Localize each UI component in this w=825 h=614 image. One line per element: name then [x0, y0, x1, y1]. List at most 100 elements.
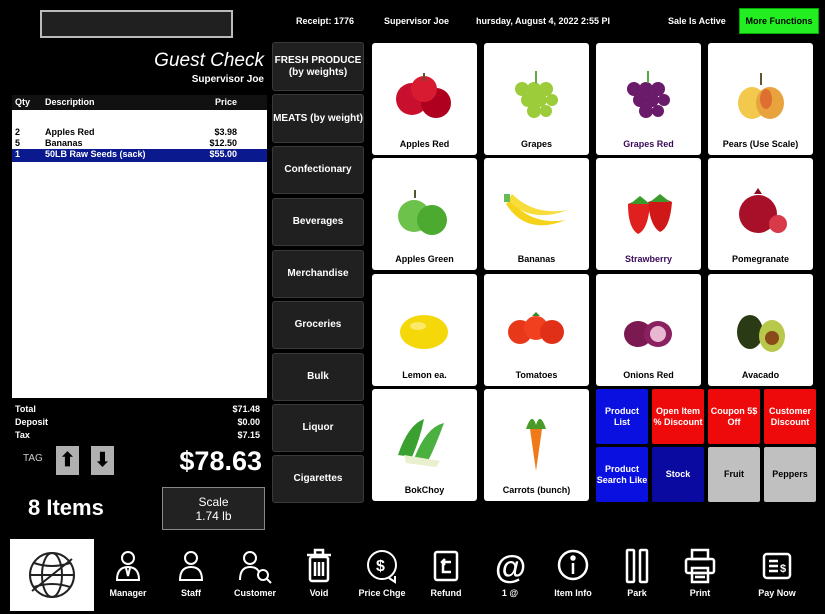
price-change-icon: $ — [367, 550, 397, 584]
line-qty: 2 — [15, 127, 21, 137]
product-bananas[interactable]: Bananas — [484, 158, 589, 270]
category-groceries[interactable]: Groceries — [272, 301, 364, 349]
globe-logo[interactable] — [10, 539, 94, 611]
strawberry-icon — [628, 194, 672, 234]
park-button[interactable]: Park — [607, 548, 667, 612]
refund-button[interactable]: Refund — [416, 548, 476, 612]
product-apples-green[interactable]: Apples Green — [372, 158, 477, 270]
avocado-icon — [737, 315, 785, 352]
fruit-button[interactable]: Fruit — [708, 447, 760, 502]
more-functions-button[interactable]: More Functions — [739, 8, 819, 34]
category-bulk[interactable]: Bulk — [272, 353, 364, 401]
receipt-line[interactable]: 5 Bananas $12.50 — [12, 138, 267, 149]
printer-icon — [684, 548, 716, 584]
receipt-list[interactable]: 2 Apples Red $3.98 5 Bananas $12.50 1 50… — [12, 110, 267, 398]
category-confectionary[interactable]: Confectionary — [272, 146, 364, 194]
line-price: $3.98 — [214, 127, 237, 137]
staff-icon — [178, 551, 204, 581]
receipt-line[interactable]: 2 Apples Red $3.98 — [12, 127, 267, 138]
arrow-up-icon: ⬆ — [59, 450, 76, 471]
product-list-button[interactable]: Product List — [596, 389, 648, 444]
current-user: Supervisor Joe — [384, 16, 450, 26]
product-pears[interactable]: Pears (Use Scale) — [708, 43, 813, 155]
cash-register-icon: $ — [762, 552, 792, 580]
tag-label: TAG — [23, 453, 43, 464]
pause-icon — [625, 548, 649, 584]
customer-discount-button[interactable]: Customer Discount — [764, 389, 816, 444]
scale-value: 1.74 lb — [195, 509, 232, 523]
total-value: $71.48 — [232, 404, 260, 414]
items-count: 8 Items — [28, 495, 104, 520]
grapes-red-icon — [627, 71, 670, 118]
staff-button[interactable]: Staff — [161, 548, 221, 612]
coupon-button[interactable]: Coupon 5$ Off — [708, 389, 760, 444]
globe-icon — [29, 552, 75, 598]
line-price: $12.50 — [209, 138, 237, 148]
receipt-number: Receipt: 1776 — [296, 16, 355, 26]
sale-status: Sale Is Active — [668, 16, 726, 26]
void-button[interactable]: Void — [289, 548, 349, 612]
quantity-at-button[interactable]: @ 1 @ — [480, 548, 540, 612]
product-lemon[interactable]: Lemon ea. — [372, 274, 477, 386]
category-merchandise[interactable]: Merchandise — [272, 250, 364, 298]
trash-icon — [307, 548, 331, 583]
lemon-icon — [400, 315, 448, 349]
category-meats[interactable]: MEATS (by weight) — [272, 94, 364, 143]
product-tomatoes[interactable]: Tomatoes — [484, 274, 589, 386]
arrow-down-icon: ⬇ — [94, 450, 111, 471]
scale-label: Scale — [198, 495, 229, 509]
pears-icon — [738, 73, 784, 119]
guest-check-title: Guest Check — [154, 50, 264, 71]
grand-total: $78.63 — [179, 446, 262, 476]
info-icon — [557, 549, 589, 581]
carrots-icon — [526, 418, 546, 471]
product-grapes-red[interactable]: Grapes Red — [596, 43, 701, 155]
tag-down-button[interactable]: ⬇ — [91, 446, 114, 475]
receipt-line-selected[interactable]: 1 50LB Raw Seeds (sack) $55.00 — [12, 149, 267, 162]
product-grapes[interactable]: Grapes — [484, 43, 589, 155]
apples-green-icon — [398, 190, 447, 235]
tomatoes-icon — [508, 312, 564, 344]
bananas-icon — [504, 194, 568, 226]
description-header: Description — [45, 97, 95, 107]
product-strawberry[interactable]: Strawberry — [596, 158, 701, 270]
product-pomegranate[interactable]: Pomegranate — [708, 158, 813, 270]
at-sign-icon: @ — [495, 549, 526, 584]
tag-up-button[interactable]: ⬆ — [56, 446, 79, 475]
category-cigarettes[interactable]: Cigarettes — [272, 455, 364, 503]
category-fresh-produce[interactable]: FRESH PRODUCE (by weights) — [272, 42, 364, 91]
apples-red-icon — [396, 73, 451, 118]
item-info-button[interactable]: Item Info — [543, 548, 603, 612]
pay-now-button[interactable]: $ Pay Now — [747, 548, 807, 612]
tax-label: Tax — [15, 430, 30, 440]
scale-display[interactable]: Scale 1.74 lb — [162, 487, 265, 530]
product-carrots[interactable]: Carrots (bunch) — [484, 389, 589, 501]
deposit-label: Deposit — [15, 417, 49, 427]
customer-search-icon — [239, 551, 272, 584]
print-button[interactable]: Print — [670, 548, 730, 612]
price-header: Price — [215, 97, 238, 107]
total-label: Total — [15, 404, 36, 414]
stock-button[interactable]: Stock — [652, 447, 704, 502]
category-liquor[interactable]: Liquor — [272, 404, 364, 452]
line-description: 50LB Raw Seeds (sack) — [45, 149, 146, 159]
refund-icon — [433, 550, 459, 582]
svg-text:$: $ — [780, 563, 786, 575]
line-description: Apples Red — [45, 127, 95, 137]
product-search-button[interactable]: Product Search Like — [596, 447, 648, 502]
product-avocado[interactable]: Avacado — [708, 274, 813, 386]
manager-button[interactable]: Manager — [98, 548, 158, 612]
product-bokchoy[interactable]: BokChoy — [372, 389, 477, 501]
search-input[interactable] — [40, 10, 233, 38]
product-onions-red[interactable]: Onions Red — [596, 274, 701, 386]
open-item-discount-button[interactable]: Open Item % Discount — [652, 389, 704, 444]
line-qty: 5 — [15, 138, 21, 148]
line-description: Bananas — [45, 138, 83, 148]
peppers-button[interactable]: Peppers — [764, 447, 816, 502]
product-apples-red[interactable]: Apples Red — [372, 43, 477, 155]
category-beverages[interactable]: Beverages — [272, 198, 364, 246]
price-change-button[interactable]: $ Price Chge — [352, 548, 412, 612]
customer-button[interactable]: Customer — [225, 548, 285, 612]
date-time: hursday, August 4, 2022 2:55 PI — [476, 16, 611, 26]
deposit-value: $0.00 — [237, 417, 260, 427]
